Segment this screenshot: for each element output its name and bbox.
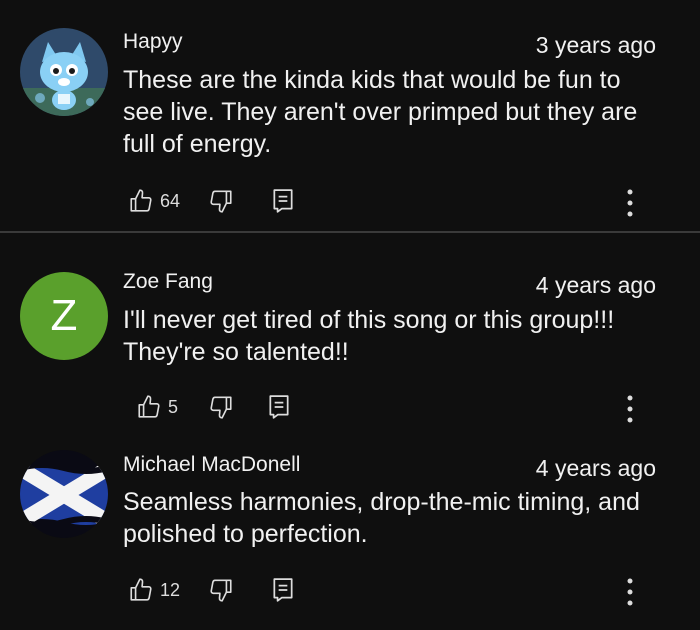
comment-text-line: full of energy.: [123, 130, 272, 158]
comment-author[interactable]: Zoe Fang: [123, 270, 213, 294]
thumbs-up-icon: [128, 188, 154, 214]
like-count: 64: [160, 190, 181, 211]
more-vertical-icon: [627, 189, 633, 217]
comment-actions: 5: [136, 392, 290, 422]
reply-icon: [272, 577, 294, 603]
avatar-letter[interactable]: Z: [20, 272, 108, 360]
comment-text: Seamless harmonies, drop-the-mic timing,…: [123, 486, 663, 550]
like-count: 12: [160, 579, 181, 600]
comment-actions: 64: [128, 186, 294, 216]
comment-menu-button[interactable]: [618, 186, 642, 220]
dislike-button[interactable]: [208, 577, 234, 603]
like-count: 5: [168, 396, 179, 417]
like-button[interactable]: 5: [136, 394, 178, 420]
comment-text-line: These are the kinda kids that would be f…: [123, 66, 621, 94]
more-vertical-icon: [627, 578, 633, 606]
more-vertical-icon: [627, 395, 633, 423]
reply-icon: [268, 394, 290, 420]
comment-text-line: polished to perfection.: [123, 520, 368, 548]
avatar-happy-cat-icon[interactable]: [20, 28, 108, 116]
comment-actions: 12: [128, 575, 294, 605]
thumbs-down-icon: [208, 577, 234, 603]
thumbs-up-icon: [128, 577, 154, 603]
comment-menu-button[interactable]: [618, 575, 642, 609]
comment-text: These are the kinda kids that would be f…: [123, 64, 663, 160]
thumbs-down-icon: [208, 394, 234, 420]
comment-author[interactable]: Michael MacDonell: [123, 453, 300, 477]
comment-timestamp[interactable]: 4 years ago: [536, 455, 656, 482]
avatar-scotland-flag-icon[interactable]: [20, 450, 108, 538]
dislike-button[interactable]: [208, 394, 234, 420]
comment-text-line: see live. They aren't over primped but t…: [123, 98, 638, 126]
comment-text-line: They're so talented!!: [123, 338, 349, 366]
reply-button[interactable]: [272, 188, 294, 214]
comment-divider: [0, 231, 700, 233]
comment-author[interactable]: Hapyy: [123, 30, 183, 54]
like-button[interactable]: 64: [128, 188, 180, 214]
comment-text-line: I'll never get tired of this song or thi…: [123, 306, 615, 334]
reply-button[interactable]: [272, 577, 294, 603]
comment-timestamp[interactable]: 3 years ago: [536, 32, 656, 59]
reply-icon: [272, 188, 294, 214]
comment-text: I'll never get tired of this song or thi…: [123, 304, 663, 368]
thumbs-down-icon: [208, 188, 234, 214]
like-button[interactable]: 12: [128, 577, 180, 603]
thumbs-up-icon: [136, 394, 162, 420]
reply-button[interactable]: [268, 394, 290, 420]
comment-menu-button[interactable]: [618, 392, 642, 426]
comment-timestamp[interactable]: 4 years ago: [536, 272, 656, 299]
dislike-button[interactable]: [208, 188, 234, 214]
comment-text-line: Seamless harmonies, drop-the-mic timing,…: [123, 488, 640, 516]
